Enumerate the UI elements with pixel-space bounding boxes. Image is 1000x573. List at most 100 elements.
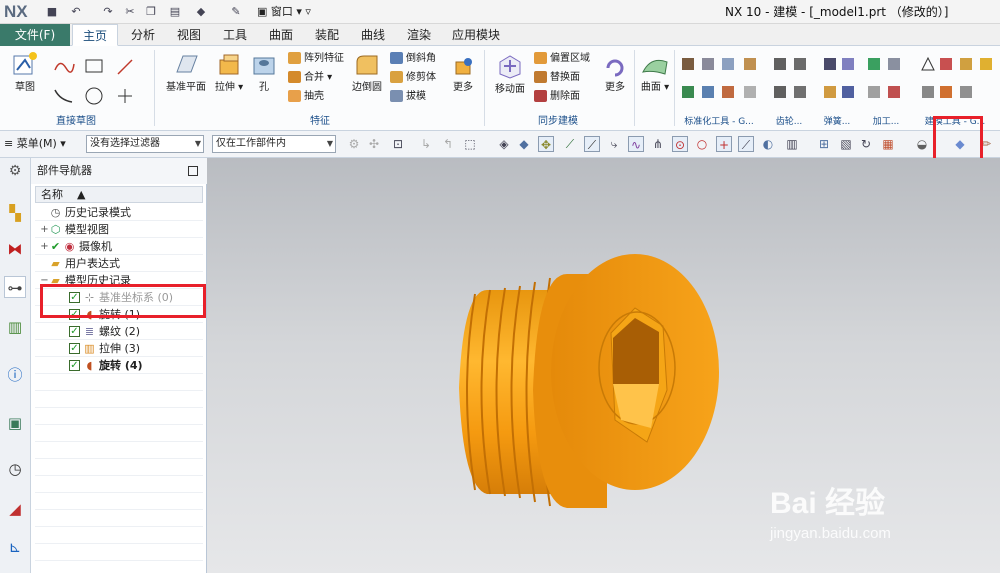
reuse-library-icon[interactable]: ▥ — [4, 316, 26, 338]
move-face-button[interactable]: 移动面 — [490, 52, 530, 95]
tab-analysis[interactable]: 分析 — [124, 24, 162, 46]
revolve-icon: ◖ — [86, 359, 93, 372]
snap-spline-icon[interactable]: ∿ — [628, 136, 644, 152]
pattern-feature-button[interactable]: 阵列特征 — [288, 51, 344, 67]
render-style-icon[interactable]: ◒ — [914, 136, 930, 152]
delete-face-button[interactable]: 删除面 — [534, 89, 580, 105]
extrude-button[interactable]: 拉伸 ▾ — [212, 52, 246, 93]
visibility-checkbox[interactable]: ✓ — [69, 343, 80, 354]
assembly-navigator-icon[interactable]: ▚ — [4, 202, 26, 224]
tree-item-model-views[interactable]: + ⬡ 模型视图 — [35, 221, 203, 238]
tab-curve[interactable]: 曲线 — [354, 24, 392, 46]
surface-button[interactable]: 曲面 ▾ — [638, 52, 672, 93]
snap-center-icon[interactable]: ⊙ — [672, 136, 688, 152]
tab-assembly[interactable]: 装配 — [308, 24, 346, 46]
select-faces-icon[interactable]: ◈ — [496, 136, 512, 152]
snap-mode-icon[interactable]: ⊡ — [390, 136, 406, 152]
window-menu[interactable]: ▣ 窗口 ▾ ▿ — [257, 4, 311, 20]
snap-line-icon[interactable]: ⟋ — [562, 136, 578, 152]
tree-item-extrude-3[interactable]: ✓ ▥ 拉伸 (3) — [35, 340, 203, 357]
datum-plane-button[interactable]: 基准平面 — [162, 52, 210, 93]
name-column-header[interactable]: 名称 ▲ — [35, 186, 203, 203]
shell-button[interactable]: 抽壳 — [288, 89, 324, 105]
snap-face-icon[interactable]: ◐ — [760, 136, 776, 152]
tab-tools[interactable]: 工具 — [216, 24, 254, 46]
rectangle-select-icon[interactable]: ⬚ — [462, 136, 478, 152]
standard-tools-grid[interactable] — [678, 54, 998, 106]
paste-icon[interactable]: ▤ — [167, 4, 183, 20]
tab-render[interactable]: 渲染 — [400, 24, 438, 46]
history-icon[interactable]: ◷ — [4, 458, 26, 480]
nx-logo: NX — [4, 2, 28, 21]
unite-button[interactable]: 合并 ▾ — [288, 70, 332, 86]
snap-grid-icon[interactable]: ▥ — [784, 136, 800, 152]
tab-surface[interactable]: 曲面 — [262, 24, 300, 46]
tree-item-revolve-4[interactable]: ✓ ◖ 旋转 (4) — [35, 357, 203, 374]
touch-mode-icon[interactable]: ✎ — [228, 4, 244, 20]
snap-curve-icon[interactable]: ⤷ — [606, 136, 622, 152]
hole-button[interactable]: 孔 — [250, 52, 278, 93]
tree-item-camera[interactable]: + ✔ ◉ 摄像机 — [35, 238, 203, 255]
cut-icon[interactable]: ✂ — [122, 4, 138, 20]
orient-view-icon[interactable]: ▦ — [880, 136, 896, 152]
type-filter-select[interactable]: 没有选择过滤器 ▼ — [86, 135, 204, 153]
tab-view[interactable]: 视图 — [170, 24, 208, 46]
selection-scope-select[interactable]: 仅在工作部件内 ▼ — [212, 135, 336, 153]
part-navigator-icon[interactable]: ⊶ — [4, 276, 26, 298]
empty-row — [35, 408, 203, 425]
snap-endpoint-icon[interactable]: ⟋ — [738, 136, 754, 152]
undo-icon[interactable]: ↶ — [68, 4, 84, 20]
select-solid-icon[interactable]: ◆ — [516, 136, 532, 152]
snap-vertex-icon[interactable]: ✥ — [538, 136, 554, 152]
select-feature-icon[interactable]: ⚙ — [346, 136, 362, 152]
save-icon[interactable]: ■ — [44, 4, 60, 20]
trim-body-button[interactable]: 修剪体 — [390, 70, 436, 86]
visibility-checkbox[interactable]: ✓ — [69, 326, 80, 337]
tree-item-history-mode[interactable]: ◷ 历史记录模式 — [35, 204, 203, 221]
snap-point-icon[interactable]: + — [716, 136, 732, 152]
tree-item-thread-2[interactable]: ✓ ≣ 螺纹 (2) — [35, 323, 203, 340]
empty-row — [35, 391, 203, 408]
offset-region-button[interactable]: 偏置区域 — [534, 51, 590, 67]
fit-view-icon[interactable]: ⊞ — [816, 136, 832, 152]
process-studio-icon[interactable]: ◢ — [4, 498, 26, 520]
more-feature-button[interactable]: 更多 — [448, 56, 478, 93]
replace-face-button[interactable]: 替换面 — [534, 70, 580, 86]
upgrade-selection-icon[interactable]: ↳ — [418, 136, 434, 152]
resource-bar: ⚙ ▚ ⧓ ⊶ ▥ ⓘ ▣ ◷ ◢ ⊾ — [0, 158, 31, 573]
copy-icon[interactable]: ❐ — [143, 4, 159, 20]
history-palette-icon[interactable]: ▣ — [4, 412, 26, 434]
snap-quadrant-icon[interactable]: ○ — [694, 136, 710, 152]
render-style-icon[interactable]: ◆ — [193, 4, 209, 20]
snap-edge-icon[interactable]: ⟋ — [584, 136, 600, 152]
sketch-curve-tools[interactable] — [52, 56, 142, 108]
rotate-view-icon[interactable]: ↻ — [858, 136, 874, 152]
empty-row — [35, 476, 203, 493]
redo-icon[interactable]: ↷ — [100, 4, 116, 20]
zoom-icon[interactable]: ▧ — [838, 136, 854, 152]
tab-home[interactable]: 主页 — [72, 24, 118, 46]
delete-face-icon — [534, 90, 547, 102]
edge-blend-button[interactable]: 边倒圆 — [348, 52, 386, 93]
roles-icon[interactable]: ⊾ — [4, 536, 26, 558]
maximize-icon[interactable] — [188, 166, 198, 176]
more-sync-button[interactable]: 更多 — [600, 56, 630, 93]
clock-icon: ◷ — [50, 206, 61, 219]
tree-item-user-expressions[interactable]: ▰ 用户表达式 — [35, 255, 203, 272]
snap-intersection-icon[interactable]: ⋔ — [650, 136, 666, 152]
constraint-navigator-icon[interactable]: ⧓ — [4, 238, 26, 260]
draft-button[interactable]: 拔模 — [390, 89, 426, 105]
settings-gear-icon[interactable]: ⚙ — [4, 160, 26, 182]
main-menu-button[interactable]: ≡ 菜单(M) ▾ — [4, 136, 66, 152]
expand-icon[interactable]: + — [40, 238, 49, 255]
sketch-button[interactable]: 草图 — [8, 50, 42, 93]
file-menu-tab[interactable]: 文件(F) — [0, 24, 70, 46]
folder-icon: ▰ — [51, 257, 60, 270]
visibility-checkbox[interactable]: ✓ — [69, 360, 80, 371]
select-body-icon[interactable]: ✣ — [366, 136, 382, 152]
chamfer-button[interactable]: 倒斜角 — [390, 51, 436, 67]
deselect-icon[interactable]: ↰ — [440, 136, 456, 152]
expand-icon[interactable]: + — [40, 221, 49, 238]
web-browser-icon[interactable]: ⓘ — [4, 364, 26, 386]
tab-applications[interactable]: 应用模块 — [446, 24, 506, 46]
